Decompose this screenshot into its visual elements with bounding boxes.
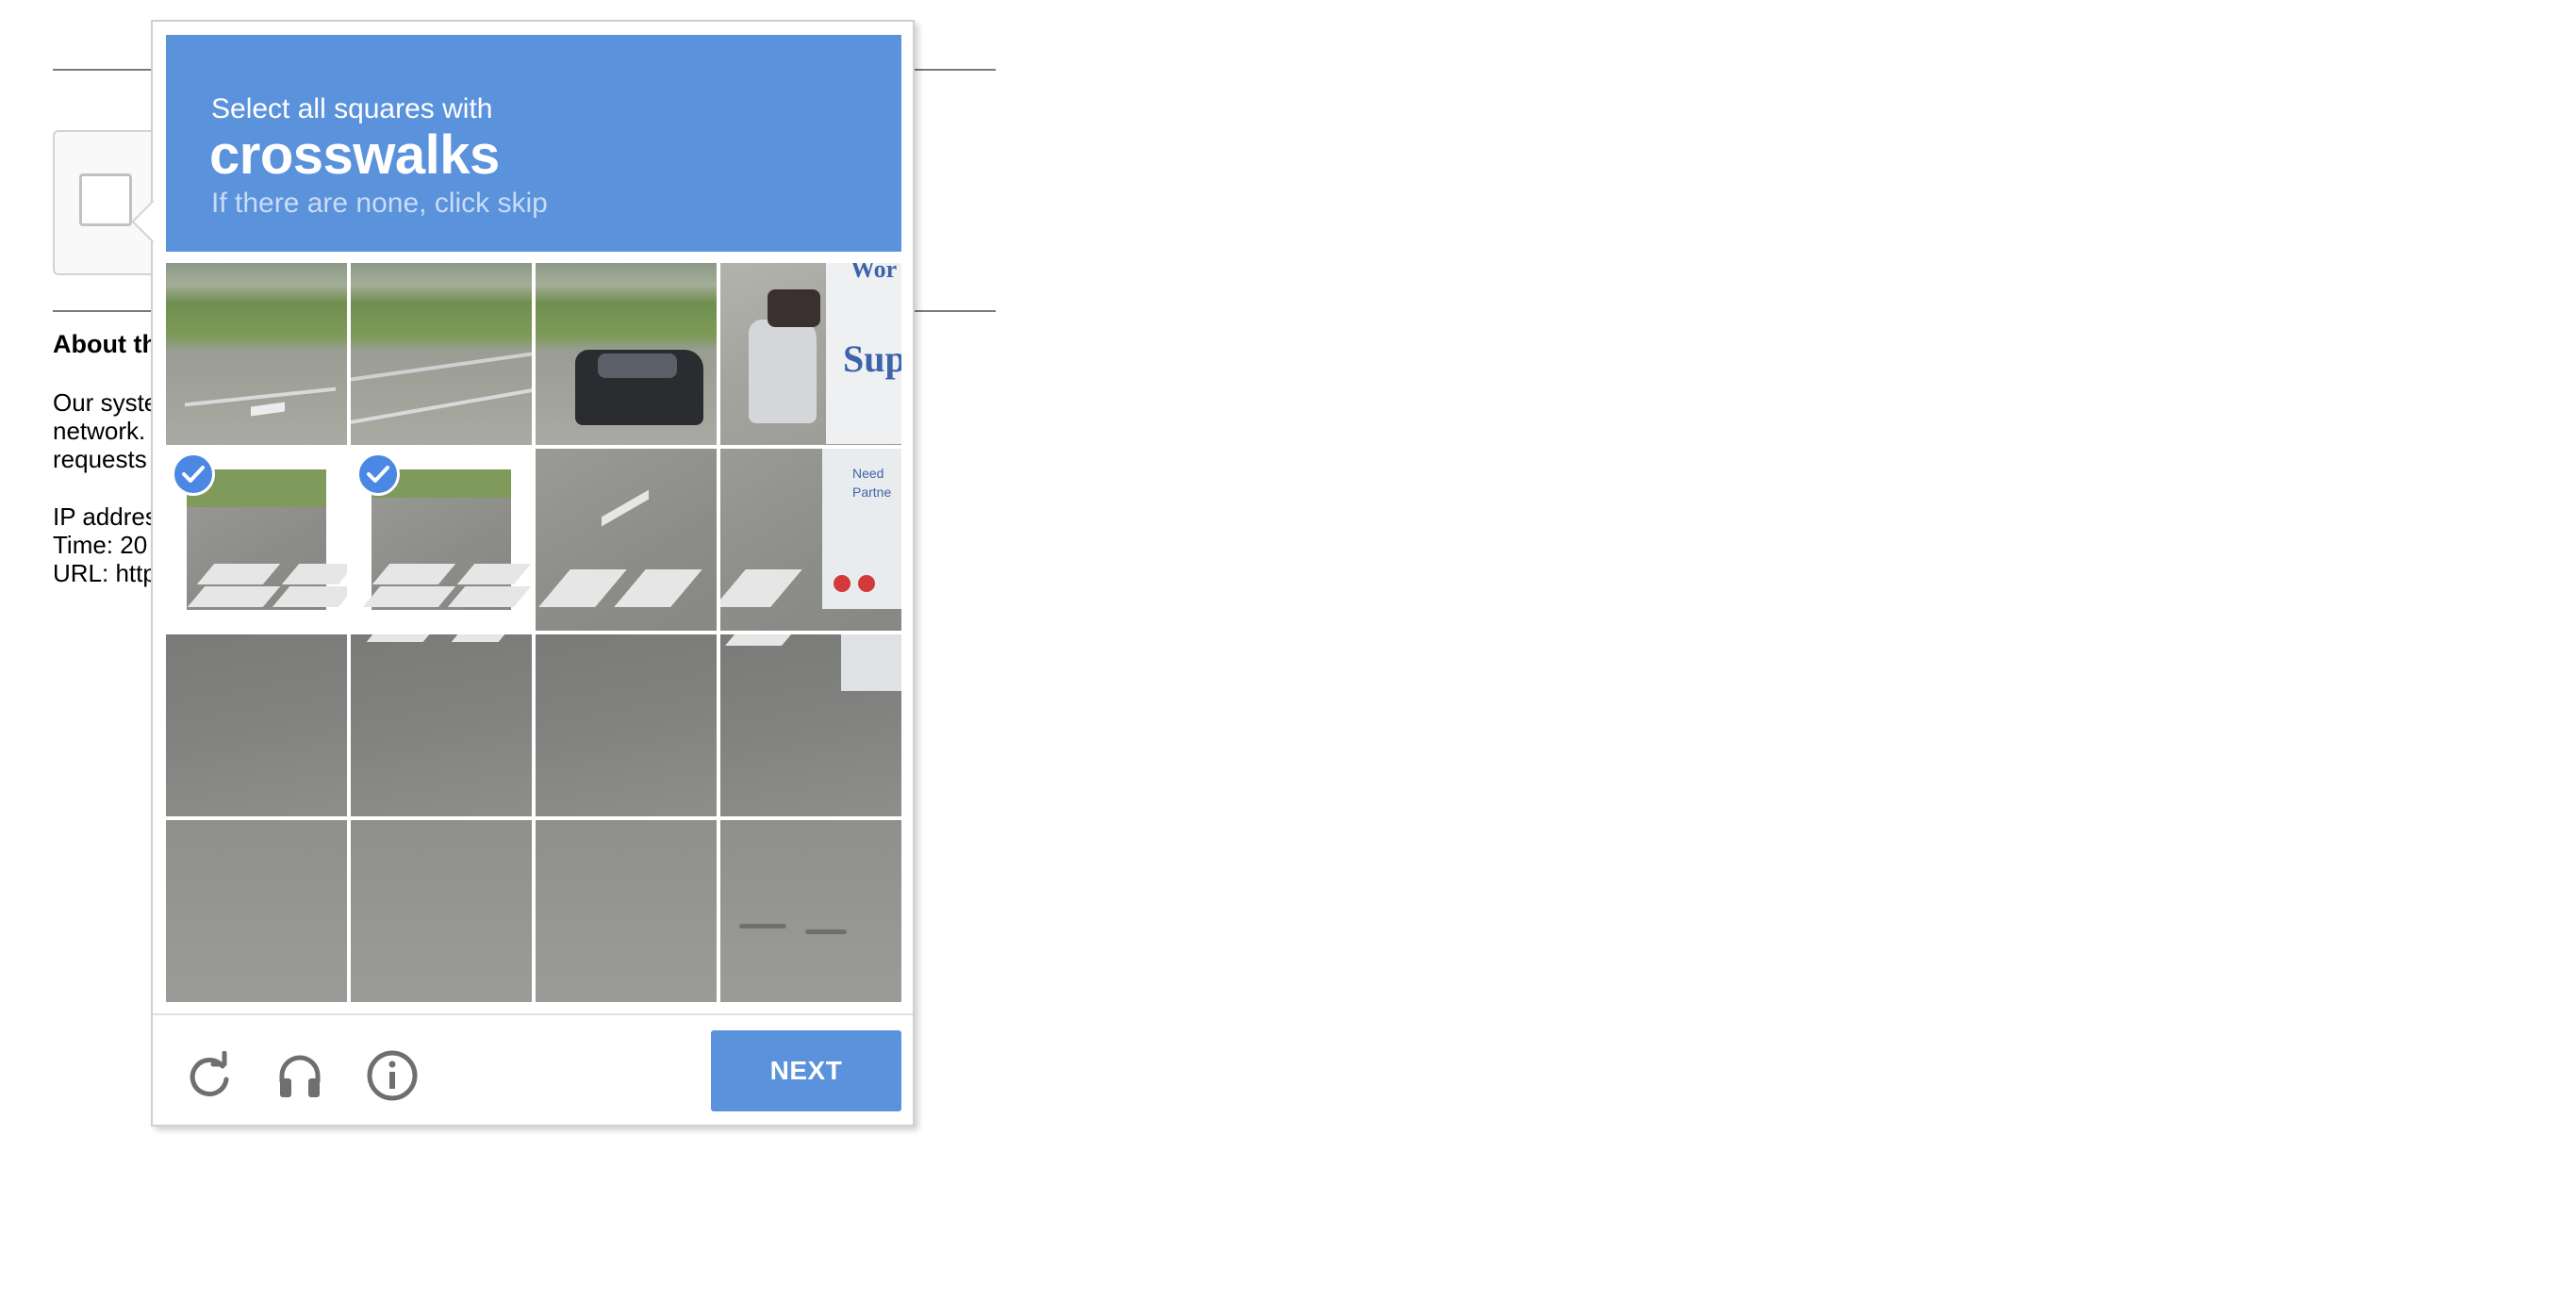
image-tile-r2c4[interactable]: Need Partne xyxy=(720,449,901,631)
next-button[interactable]: NEXT xyxy=(711,1030,901,1111)
truck-lettering: Sup xyxy=(843,337,901,380)
tile-image xyxy=(166,263,347,445)
tile-image xyxy=(536,634,717,816)
tile-image xyxy=(166,820,347,1002)
image-tile-r4c2[interactable] xyxy=(351,820,532,1002)
tile-image xyxy=(536,449,717,631)
image-tile-r3c1[interactable] xyxy=(166,634,347,816)
tile-image xyxy=(362,469,532,610)
image-tile-r1c3[interactable] xyxy=(536,263,717,445)
time-line: Time: 20 xyxy=(53,531,148,559)
image-tile-r2c1[interactable] xyxy=(166,449,347,631)
tile-image: Wor Sup xyxy=(720,263,901,445)
captcha-challenge-dialog: Select all squares with crosswalks If th… xyxy=(131,20,915,1126)
image-tile-r1c2[interactable] xyxy=(351,263,532,445)
challenge-hint: If there are none, click skip xyxy=(211,188,548,219)
image-tile-r4c1[interactable] xyxy=(166,820,347,1002)
footer-divider xyxy=(153,1013,913,1015)
challenge-instruction: Select all squares with xyxy=(211,93,493,124)
tile-image xyxy=(166,634,347,816)
tile-image xyxy=(536,263,717,445)
image-tile-r3c2[interactable] xyxy=(351,634,532,816)
image-tile-r1c1[interactable] xyxy=(166,263,347,445)
image-tile-r2c2[interactable] xyxy=(351,449,532,631)
truck-lettering: Need xyxy=(852,466,884,481)
tile-image xyxy=(720,634,901,816)
about-title: About th xyxy=(53,330,157,358)
body-text-line: Our syste xyxy=(53,388,158,417)
image-tile-r4c4[interactable] xyxy=(720,820,901,1002)
reload-icon[interactable] xyxy=(183,1049,236,1102)
tile-image xyxy=(351,634,532,816)
tile-image xyxy=(536,820,717,1002)
headphones-icon[interactable] xyxy=(273,1049,326,1102)
ip-address-line: IP addres xyxy=(53,502,157,531)
image-tile-r3c4[interactable] xyxy=(720,634,901,816)
tile-selected-check-icon xyxy=(172,452,215,496)
tile-image: Need Partne xyxy=(720,449,901,631)
challenge-keyword: crosswalks xyxy=(209,124,500,186)
image-tile-r2c3[interactable] xyxy=(536,449,717,631)
tile-image xyxy=(351,820,532,1002)
image-tile-r4c3[interactable] xyxy=(536,820,717,1002)
info-icon[interactable] xyxy=(366,1049,419,1102)
tile-image xyxy=(187,469,347,610)
recaptcha-checkbox[interactable] xyxy=(79,173,132,226)
tile-selected-check-icon xyxy=(356,452,400,496)
body-text-line: network. xyxy=(53,417,146,445)
image-tile-grid: Wor Sup Need Partne xyxy=(166,263,901,1002)
url-line: URL: http xyxy=(53,559,157,587)
image-tile-r3c3[interactable] xyxy=(536,634,717,816)
image-tile-r1c4[interactable]: Wor Sup xyxy=(720,263,901,445)
body-text-line: requests xyxy=(53,445,147,473)
truck-lettering: Wor xyxy=(850,263,898,283)
challenge-header: Select all squares with crosswalks If th… xyxy=(166,35,901,252)
tile-image xyxy=(720,820,901,1002)
tile-image xyxy=(351,263,532,445)
truck-lettering: Partne xyxy=(852,485,892,500)
